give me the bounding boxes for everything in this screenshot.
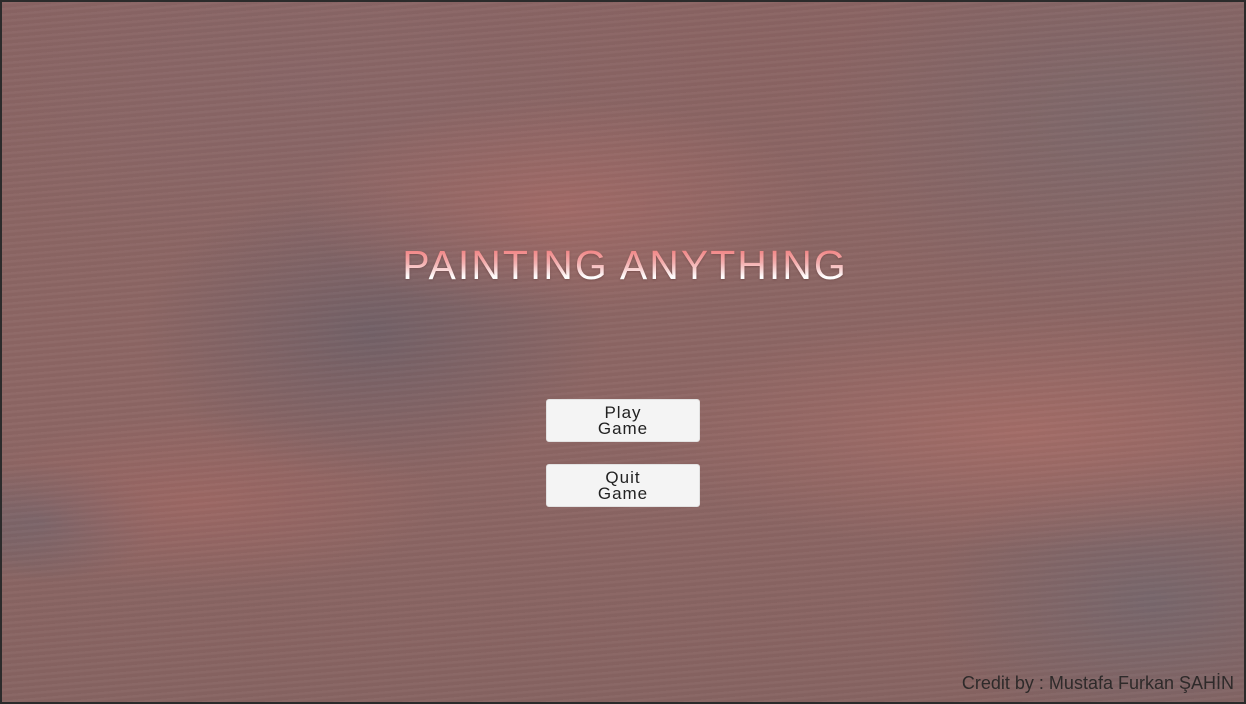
quit-game-label: Quit Game [597,467,649,503]
main-menu-screen: PAINTING ANYTHING Play Game Quit Game Cr… [0,0,1246,704]
game-title: PAINTING ANYTHING [2,242,1244,289]
credit-text: Credit by : Mustafa Furkan ŞAHİN [961,673,1234,693]
quit-game-button[interactable]: Quit Game [546,464,700,507]
play-game-label: Play Game [597,402,649,438]
play-game-button[interactable]: Play Game [546,399,700,442]
painted-background [2,2,1244,702]
